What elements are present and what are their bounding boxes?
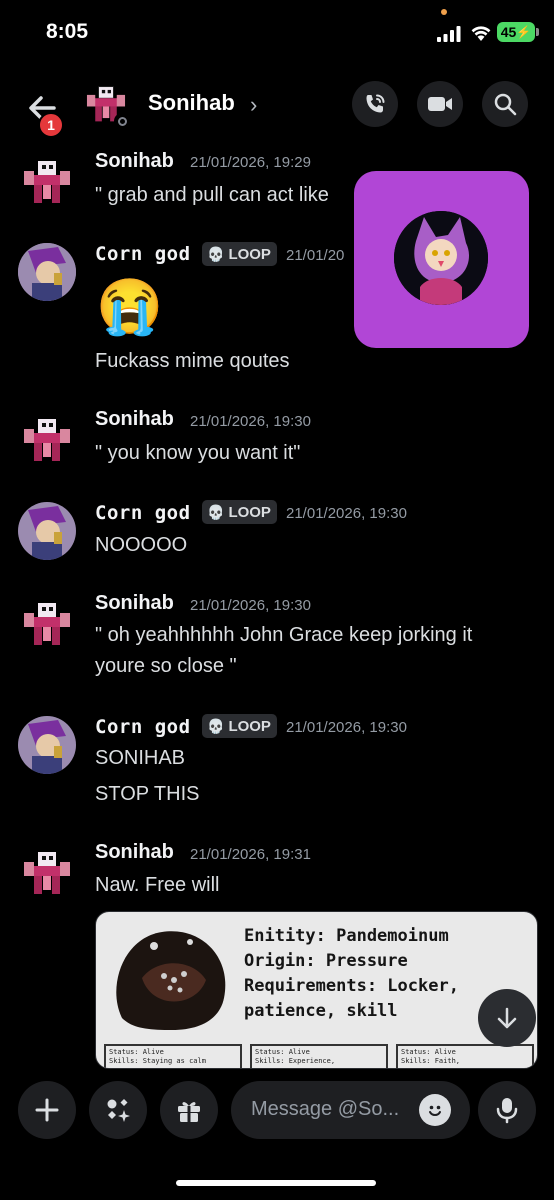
card-status: Status: Alive [109, 1048, 164, 1056]
crying-emoji: 😭 [96, 277, 164, 337]
emoji-button[interactable] [419, 1094, 451, 1126]
skull-icon: 💀 [207, 503, 225, 520]
battery-tip [536, 28, 539, 36]
video-call-button[interactable] [417, 81, 463, 127]
message-text: STOP THIS [95, 783, 200, 805]
corn-god-avatar-art [18, 502, 76, 560]
loop-tag: 💀 LOOP [202, 714, 277, 738]
video-camera-icon [428, 97, 452, 111]
message-timestamp: 21/01/2026, 19:30 [286, 719, 407, 736]
microphone-icon [496, 1098, 518, 1124]
sparkles-icon [107, 1099, 130, 1122]
entity-line: patience, skill [244, 1001, 398, 1021]
battery-level: 45 [500, 24, 517, 40]
message-input[interactable] [249, 1097, 403, 1122]
card-status: Status: Alive [401, 1048, 456, 1056]
message-text: youre so close " [95, 655, 237, 677]
skull-icon: 💀 [207, 245, 225, 262]
message-author[interactable]: Corn god [95, 243, 191, 265]
message-timestamp: 21/01/2026, 19:29 [190, 154, 311, 171]
jump-to-present-button[interactable] [478, 989, 536, 1047]
message-text: " grab and pull can act like [95, 184, 329, 206]
offline-status-icon [114, 113, 130, 129]
sonihab-avatar-art [18, 595, 76, 653]
message-text: SONIHAB [95, 747, 186, 769]
plus-icon [35, 1098, 59, 1122]
message-timestamp: 21/01/2026, 19:30 [190, 413, 311, 430]
message-author[interactable]: Sonihab [95, 841, 174, 864]
phone-call-icon [366, 94, 385, 113]
entity-line: Origin: Pressure [244, 951, 408, 971]
loop-tag: 💀 LOOP [202, 500, 277, 524]
add-attachment-button[interactable] [18, 1081, 76, 1139]
channel-name[interactable]: Sonihab [148, 90, 235, 116]
message-text: Fuckass mime qoutes [95, 350, 290, 372]
privacy-indicator [441, 9, 447, 15]
sonihab-avatar-art [18, 411, 76, 469]
card-skills: Skills: Staying as calm [109, 1057, 206, 1065]
message-text: Naw. Free will [95, 874, 220, 896]
status-card: Status: Alive Skills: Experience, [250, 1044, 388, 1068]
corn-god-avatar[interactable] [18, 716, 76, 774]
gift-icon [178, 1102, 200, 1122]
message-text: NOOOOO [95, 534, 188, 556]
home-indicator [176, 1180, 376, 1186]
smiley-icon [429, 1105, 441, 1116]
chevron-right-icon[interactable]: › [250, 92, 257, 118]
sonihab-avatar-art [18, 153, 76, 211]
entity-text: Enitity: Pandemoinum Origin: Pressure Re… [244, 924, 459, 1024]
sonihab-avatar[interactable] [18, 153, 76, 211]
tag-label: LOOP [228, 245, 271, 263]
tag-label: LOOP [228, 717, 271, 735]
sonihab-avatar[interactable] [18, 595, 76, 653]
blaze-avatar-art [394, 211, 488, 305]
message-text: " oh yeahhhhhh John Grace keep jorking i… [95, 624, 473, 646]
charging-bolt-icon: ⚡ [516, 25, 532, 39]
apps-button[interactable] [89, 1081, 147, 1139]
entity-illustration [116, 931, 226, 1030]
status-card: Status: Alive Skills: Faith, [396, 1044, 534, 1068]
status-card: Status: Alive Skills: Staying as calm [104, 1044, 242, 1068]
entity-line: Requirements: Locker, [244, 976, 459, 996]
search-button[interactable] [482, 81, 528, 127]
sonihab-avatar[interactable] [18, 844, 76, 902]
skull-icon: 💀 [207, 717, 225, 734]
message-text: " you know you want it" [95, 442, 301, 464]
loop-tag: 💀 LOOP [202, 242, 277, 266]
card-skills: Skills: Experience, [255, 1057, 336, 1065]
pip-avatar [394, 211, 488, 305]
message-composer[interactable] [231, 1081, 470, 1139]
unread-badge: 1 [38, 112, 64, 138]
message-author[interactable]: Sonihab [95, 408, 174, 431]
message-timestamp: 21/01/2026, 19:30 [190, 597, 311, 614]
search-icon [494, 93, 517, 116]
corn-god-avatar-art [18, 716, 76, 774]
card-skills: Skills: Faith, [401, 1057, 461, 1065]
corn-god-avatar-art [18, 243, 76, 301]
sonihab-avatar[interactable] [18, 411, 76, 469]
battery-indicator: 45 ⚡ [497, 22, 535, 42]
message-timestamp: 21/01/2026, 19:30 [286, 505, 407, 522]
corn-god-avatar[interactable] [18, 502, 76, 560]
card-status: Status: Alive [255, 1048, 310, 1056]
cellular-signal-icon [437, 26, 461, 42]
message-author[interactable]: Corn god [95, 716, 191, 738]
gift-button[interactable] [160, 1081, 218, 1139]
voice-call-button[interactable] [352, 81, 398, 127]
entity-line: Enitity: Pandemoinum [244, 926, 449, 946]
message-author[interactable]: Corn god [95, 502, 191, 524]
arrow-down-icon [497, 1007, 517, 1029]
sonihab-avatar-art [18, 844, 76, 902]
message-timestamp: 21/01/2026, 19:31 [190, 846, 311, 863]
image-attachment[interactable]: Enitity: Pandemoinum Origin: Pressure Re… [95, 911, 538, 1069]
wifi-icon [471, 26, 491, 41]
corn-god-avatar[interactable] [18, 243, 76, 301]
message-author[interactable]: Sonihab [95, 592, 174, 615]
message-author[interactable]: Sonihab [95, 150, 174, 173]
voice-message-button[interactable] [478, 1081, 536, 1139]
message-timestamp: 21/01/20 [286, 247, 345, 264]
tag-label: LOOP [228, 503, 271, 521]
status-time: 8:05 [46, 20, 89, 43]
